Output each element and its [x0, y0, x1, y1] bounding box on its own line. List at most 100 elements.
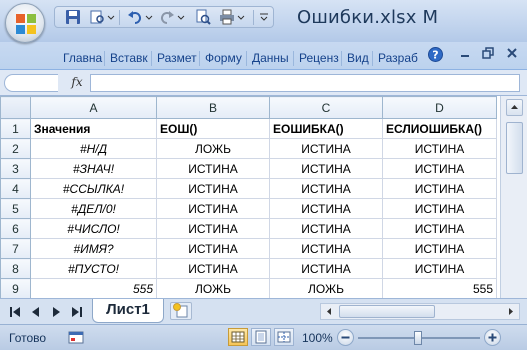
page-layout-view-button[interactable]	[251, 328, 271, 346]
minimize-icon[interactable]	[458, 46, 472, 60]
cell-c8[interactable]: ИСТИНА	[269, 258, 383, 279]
redo-icon[interactable]	[159, 9, 175, 25]
select-all-corner[interactable]	[0, 96, 31, 119]
cell-b9[interactable]: ЛОЖЬ	[156, 278, 270, 299]
cell-c6[interactable]: ИСТИНА	[269, 218, 383, 239]
formula-input[interactable]	[90, 74, 520, 92]
insert-function-button[interactable]: fx	[66, 75, 88, 91]
column-header-b[interactable]: B	[156, 96, 270, 119]
previous-sheet-icon[interactable]	[28, 304, 44, 320]
arrow-left-icon[interactable]	[323, 305, 336, 318]
zoom-out-button[interactable]	[337, 329, 354, 346]
formula-bar: fx	[0, 70, 527, 96]
tab-page-layout[interactable]: Размет	[157, 51, 197, 65]
restore-icon[interactable]	[481, 46, 495, 60]
scroll-up-button[interactable]	[506, 99, 523, 116]
tab-developer[interactable]: Разраб	[378, 51, 418, 65]
cell-a4[interactable]: #ССЫЛКА!	[30, 178, 157, 199]
row-header[interactable]: 7	[0, 238, 31, 259]
cell-d1[interactable]: ЕСЛИОШИБКА()	[382, 118, 497, 139]
tab-view[interactable]: Вид	[347, 51, 369, 65]
scroll-thumb[interactable]	[506, 122, 523, 174]
next-sheet-icon[interactable]	[48, 304, 64, 320]
h-scroll-thumb[interactable]	[339, 305, 435, 318]
column-header-c[interactable]: C	[269, 96, 383, 119]
undo-dropdown-icon[interactable]	[145, 9, 153, 25]
arrow-up-icon	[511, 105, 518, 109]
redo-dropdown-icon[interactable]	[177, 9, 185, 25]
name-box[interactable]	[4, 74, 58, 92]
row-header[interactable]: 9	[0, 278, 31, 299]
cell-a1[interactable]: Значения	[30, 118, 157, 139]
cell-d4[interactable]: ИСТИНА	[382, 178, 497, 199]
close-icon[interactable]	[505, 46, 519, 60]
row-header[interactable]: 4	[0, 178, 31, 199]
cell-b4[interactable]: ИСТИНА	[156, 178, 270, 199]
first-sheet-icon[interactable]	[8, 304, 24, 320]
cell-b3[interactable]: ИСТИНА	[156, 158, 270, 179]
cell-c5[interactable]: ИСТИНА	[269, 198, 383, 219]
tab-formulas[interactable]: Форму	[205, 51, 242, 65]
cell-c4[interactable]: ИСТИНА	[269, 178, 383, 199]
zoom-level[interactable]: 100%	[302, 331, 333, 345]
row-header[interactable]: 2	[0, 138, 31, 159]
cell-a7[interactable]: #ИМЯ?	[30, 238, 157, 259]
sheet-tab-active[interactable]: Лист1	[92, 299, 164, 323]
arrow-right-icon[interactable]	[504, 305, 517, 318]
insert-sheet-button[interactable]	[170, 302, 192, 320]
cell-b7[interactable]: ИСТИНА	[156, 238, 270, 259]
macro-recording-icon[interactable]	[68, 330, 84, 345]
cell-d2[interactable]: ИСТИНА	[382, 138, 497, 159]
print-preview-icon[interactable]	[89, 9, 105, 25]
cell-c7[interactable]: ИСТИНА	[269, 238, 383, 259]
vertical-scrollbar[interactable]	[500, 96, 527, 298]
column-header-d[interactable]: D	[382, 96, 497, 119]
zoom-slider-thumb[interactable]	[414, 331, 422, 345]
print-dropdown-icon[interactable]	[237, 9, 245, 25]
row-header[interactable]: 8	[0, 258, 31, 279]
chevron-down-icon[interactable]	[107, 9, 115, 25]
cell-d3[interactable]: ИСТИНА	[382, 158, 497, 179]
office-button[interactable]	[5, 3, 45, 43]
cell-c2[interactable]: ИСТИНА	[269, 138, 383, 159]
cell-d5[interactable]: ИСТИНА	[382, 198, 497, 219]
row-header[interactable]: 1	[0, 118, 31, 139]
row-header[interactable]: 3	[0, 158, 31, 179]
cell-b5[interactable]: ИСТИНА	[156, 198, 270, 219]
zoom-in-button[interactable]	[484, 329, 501, 346]
save-icon[interactable]	[65, 9, 81, 25]
cell-b1[interactable]: ЕОШ()	[156, 118, 270, 139]
row-header[interactable]: 5	[0, 198, 31, 219]
last-sheet-icon[interactable]	[68, 304, 84, 320]
page-break-view-button[interactable]	[274, 328, 294, 346]
cell-c9[interactable]: ЛОЖЬ	[269, 278, 383, 299]
cell-d7[interactable]: ИСТИНА	[382, 238, 497, 259]
cell-d8[interactable]: ИСТИНА	[382, 258, 497, 279]
tab-home[interactable]: Главна	[63, 51, 102, 65]
tab-review[interactable]: Реценз	[299, 51, 339, 65]
cell-a6[interactable]: #ЧИСЛО!	[30, 218, 157, 239]
customize-qat-icon[interactable]	[259, 9, 269, 25]
help-icon[interactable]: ?	[428, 47, 443, 62]
cell-b2[interactable]: ЛОЖЬ	[156, 138, 270, 159]
row-header[interactable]: 6	[0, 218, 31, 239]
cell-b6[interactable]: ИСТИНА	[156, 218, 270, 239]
cell-a3[interactable]: #ЗНАЧ!	[30, 158, 157, 179]
cell-c1[interactable]: ЕОШИБКА()	[269, 118, 383, 139]
print-icon[interactable]	[219, 9, 235, 25]
undo-icon[interactable]	[127, 9, 143, 25]
cell-c3[interactable]: ИСТИНА	[269, 158, 383, 179]
tab-insert[interactable]: Вставк	[110, 51, 148, 65]
tab-data[interactable]: Данны	[252, 51, 289, 65]
normal-view-button[interactable]	[228, 328, 248, 346]
horizontal-scrollbar[interactable]	[320, 303, 520, 320]
cell-a9[interactable]: 555	[30, 278, 157, 299]
cell-b8[interactable]: ИСТИНА	[156, 258, 270, 279]
cell-a5[interactable]: #ДЕЛ/0!	[30, 198, 157, 219]
cell-d6[interactable]: ИСТИНА	[382, 218, 497, 239]
cell-a8[interactable]: #ПУСТО!	[30, 258, 157, 279]
column-header-a[interactable]: A	[30, 96, 157, 119]
search-icon[interactable]	[195, 9, 211, 25]
cell-a2[interactable]: #Н/Д	[30, 138, 157, 159]
cell-d9[interactable]: 555	[382, 278, 497, 299]
